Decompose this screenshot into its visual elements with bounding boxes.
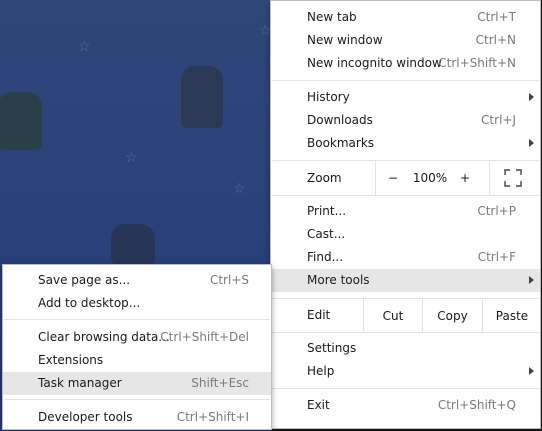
- menu-item-find[interactable]: Find... Ctrl+F: [271, 246, 540, 269]
- menu-item-add-to-desktop[interactable]: Add to desktop...: [3, 292, 271, 315]
- edit-label: Edit: [307, 308, 331, 322]
- star-decoration: ☆: [125, 150, 138, 166]
- menu-item-settings[interactable]: Settings: [271, 337, 540, 360]
- monster-illustration: [111, 224, 155, 264]
- menu-separator: [4, 319, 270, 320]
- menu-item-extensions[interactable]: Extensions: [3, 349, 271, 372]
- zoom-out-button[interactable]: −: [383, 171, 403, 185]
- zoom-divider: [489, 161, 490, 195]
- menu-item-shortcut: Ctrl+S: [209, 273, 249, 287]
- zoom-label: Zoom: [307, 171, 342, 185]
- fullscreen-icon[interactable]: [504, 169, 522, 187]
- edit-control-row: Edit Cut Copy Paste: [271, 299, 540, 332]
- cut-button[interactable]: Cut: [363, 299, 422, 332]
- menu-item-clear-browsing-data[interactable]: Clear browsing data... Ctrl+Shift+Del: [3, 326, 271, 349]
- monster-illustration: [181, 66, 223, 128]
- menu-separator: [272, 388, 539, 389]
- menu-item-shortcut: Ctrl+F: [477, 250, 516, 264]
- star-decoration: ☆: [233, 181, 246, 197]
- zoom-in-button[interactable]: +: [455, 171, 475, 185]
- menu-item-cast[interactable]: Cast...: [271, 223, 540, 246]
- menu-item-label: Exit: [307, 398, 330, 412]
- menu-item-help[interactable]: Help: [271, 360, 540, 383]
- menu-item-exit[interactable]: Exit Ctrl+Shift+Q: [271, 394, 540, 417]
- menu-item-shortcut: Ctrl+Shift+N: [438, 56, 516, 70]
- menu-item-shortcut: Ctrl+Shift+Del: [160, 330, 249, 344]
- submenu-arrow-icon: [529, 276, 534, 284]
- menu-item-label: New incognito window: [307, 56, 442, 70]
- menu-separator: [272, 80, 539, 81]
- menu-item-history[interactable]: History: [271, 86, 540, 109]
- menu-item-task-manager[interactable]: Task manager Shift+Esc: [3, 372, 271, 395]
- cut-button-label: Cut: [382, 308, 404, 323]
- menu-item-shortcut: Ctrl+N: [475, 33, 516, 47]
- menu-item-label: More tools: [307, 273, 370, 287]
- menu-item-label: Cast...: [307, 227, 346, 241]
- menu-item-shortcut: Shift+Esc: [191, 376, 249, 390]
- menu-item-label: Bookmarks: [307, 136, 375, 150]
- menu-item-label: Add to desktop...: [38, 296, 141, 310]
- menu-item-label: Developer tools: [38, 410, 133, 424]
- zoom-divider: [375, 161, 376, 195]
- menu-item-new-incognito-window[interactable]: New incognito window Ctrl+Shift+N: [271, 52, 540, 75]
- menu-separator: [272, 332, 539, 333]
- menu-item-new-window[interactable]: New window Ctrl+N: [271, 29, 540, 52]
- menu-item-more-tools[interactable]: More tools: [271, 269, 540, 292]
- more-tools-submenu: Save page as... Ctrl+S Add to desktop...…: [2, 264, 272, 430]
- monster-illustration: [0, 92, 42, 150]
- menu-item-bookmarks[interactable]: Bookmarks: [271, 132, 540, 155]
- menu-item-shortcut: Ctrl+J: [481, 113, 516, 127]
- paste-button[interactable]: Paste: [482, 299, 541, 332]
- menu-item-label: Help: [307, 364, 335, 378]
- menu-separator: [272, 195, 539, 196]
- paste-button-label: Paste: [495, 308, 529, 323]
- menu-item-label: Task manager: [38, 376, 122, 390]
- menu-item-label: History: [307, 90, 350, 104]
- menu-item-label: New window: [307, 33, 383, 47]
- menu-item-label: Extensions: [38, 353, 104, 367]
- menu-separator: [4, 399, 270, 400]
- copy-button-label: Copy: [437, 308, 468, 323]
- menu-item-developer-tools[interactable]: Developer tools Ctrl+Shift+I: [3, 406, 271, 429]
- submenu-arrow-icon: [529, 139, 534, 147]
- menu-item-save-page-as[interactable]: Save page as... Ctrl+S: [3, 269, 271, 292]
- menu-item-downloads[interactable]: Downloads Ctrl+J: [271, 109, 540, 132]
- menu-item-label: Find...: [307, 250, 344, 264]
- zoom-level: 100%: [412, 171, 448, 185]
- menu-item-shortcut: Ctrl+T: [477, 10, 516, 24]
- zoom-control-row: Zoom − 100% +: [271, 161, 540, 195]
- browser-main-menu: New tab Ctrl+T New window Ctrl+N New inc…: [270, 0, 541, 429]
- menu-item-shortcut: Ctrl+Shift+Q: [437, 398, 516, 412]
- submenu-arrow-icon: [529, 367, 534, 375]
- menu-item-shortcut: Ctrl+Shift+I: [176, 410, 249, 424]
- menu-item-label: Downloads: [307, 113, 373, 127]
- menu-item-label: Clear browsing data...: [38, 330, 170, 344]
- menu-item-print[interactable]: Print... Ctrl+P: [271, 200, 540, 223]
- copy-button[interactable]: Copy: [422, 299, 482, 332]
- menu-item-label: Print...: [307, 204, 347, 218]
- star-decoration: ☆: [78, 39, 91, 55]
- submenu-arrow-icon: [529, 93, 534, 101]
- menu-item-label: Settings: [307, 341, 357, 355]
- menu-item-label: Save page as...: [38, 273, 131, 287]
- menu-item-new-tab[interactable]: New tab Ctrl+T: [271, 6, 540, 29]
- menu-item-shortcut: Ctrl+P: [477, 204, 516, 218]
- menu-item-label: New tab: [307, 10, 357, 24]
